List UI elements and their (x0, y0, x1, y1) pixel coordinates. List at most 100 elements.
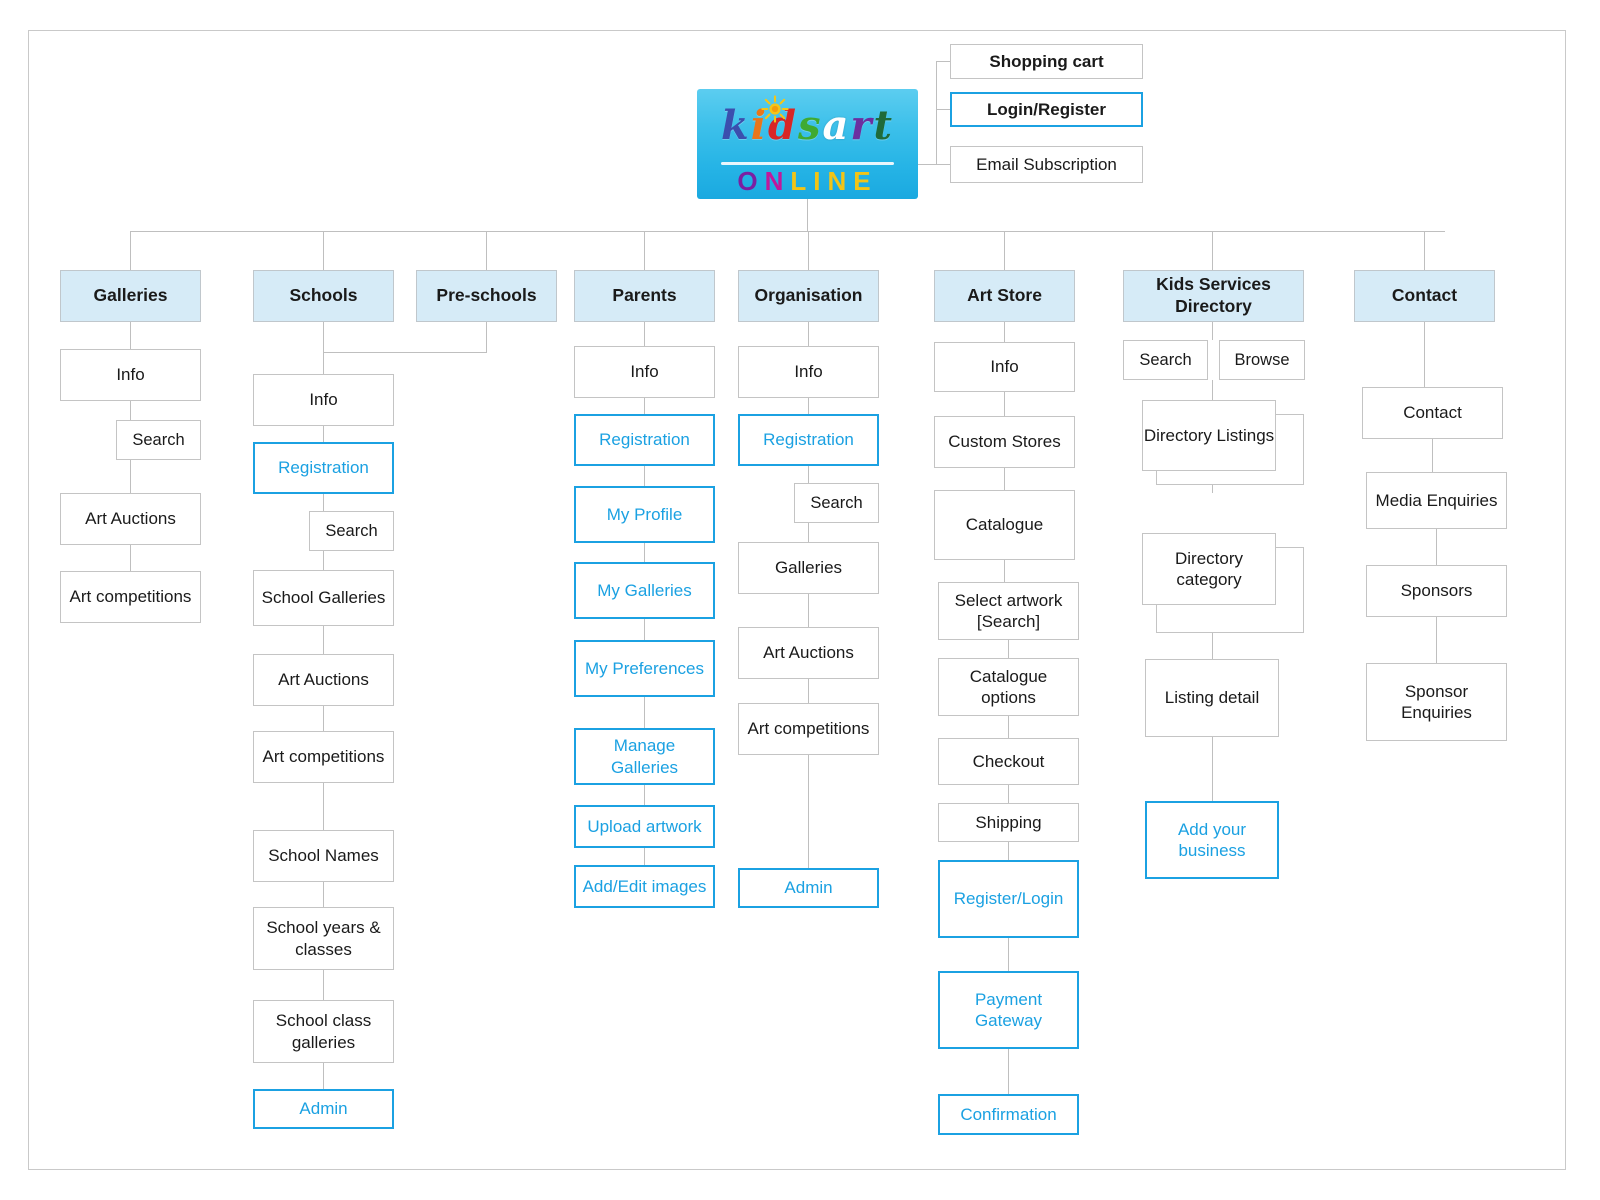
node-parents-manage-galleries[interactable]: Manage Galleries (574, 728, 715, 785)
node-contact-sponsor-enquiries[interactable]: Sponsor Enquiries (1366, 663, 1507, 741)
connector (1424, 231, 1425, 270)
column-header-pre-schools[interactable]: Pre-schools (416, 270, 557, 322)
connector (1008, 938, 1009, 971)
connector (1212, 322, 1213, 340)
node-ksd-add-your-business[interactable]: Add your business (1145, 801, 1279, 879)
node-parents-my-preferences[interactable]: My Preferences (574, 640, 715, 697)
node-ksd-directory-category[interactable]: Directory category (1142, 533, 1276, 605)
link-login-register[interactable]: Login/Register (950, 92, 1143, 127)
connector (1424, 322, 1425, 387)
connector (1436, 529, 1437, 565)
connector (644, 543, 645, 562)
connector (1212, 231, 1213, 270)
column-header-organisation[interactable]: Organisation (738, 270, 879, 322)
connector-logo-down (807, 199, 808, 231)
node-galleries-search[interactable]: Search (116, 420, 201, 460)
connector (323, 882, 324, 907)
connector (323, 426, 324, 442)
node-artstore-confirmation[interactable]: Confirmation (938, 1094, 1079, 1135)
connector (644, 697, 645, 728)
node-schools-registration[interactable]: Registration (253, 442, 394, 494)
connector (644, 231, 645, 270)
connector (808, 755, 809, 868)
connector (323, 706, 324, 731)
column-header-parents[interactable]: Parents (574, 270, 715, 322)
node-artstore-catalogue-options[interactable]: Catalogue options (938, 658, 1079, 716)
connector (323, 322, 324, 352)
column-header-galleries[interactable]: Galleries (60, 270, 201, 322)
node-artstore-register-login[interactable]: Register/Login (938, 860, 1079, 938)
node-schools-search[interactable]: Search (309, 511, 394, 551)
node-parents-upload-artwork[interactable]: Upload artwork (574, 805, 715, 848)
node-artstore-info[interactable]: Info (934, 342, 1075, 392)
node-parents-my-profile[interactable]: My Profile (574, 486, 715, 543)
node-organisation-registration[interactable]: Registration (738, 414, 879, 466)
node-schools-info[interactable]: Info (253, 374, 394, 426)
connector (1008, 640, 1009, 658)
node-schools-school-names[interactable]: School Names (253, 830, 394, 882)
node-ksd-browse[interactable]: Browse (1219, 340, 1305, 380)
column-header-schools[interactable]: Schools (253, 270, 394, 322)
connector-main-bus (130, 231, 1445, 232)
node-artstore-shipping[interactable]: Shipping (938, 803, 1079, 842)
node-organisation-admin[interactable]: Admin (738, 868, 879, 908)
connector (808, 398, 809, 414)
node-contact-contact[interactable]: Contact (1362, 387, 1503, 439)
node-parents-my-galleries[interactable]: My Galleries (574, 562, 715, 619)
node-schools-school-galleries[interactable]: School Galleries (253, 570, 394, 626)
connector (644, 398, 645, 414)
connector (1004, 468, 1005, 490)
node-galleries-info[interactable]: Info (60, 349, 201, 401)
node-schools-admin[interactable]: Admin (253, 1089, 394, 1129)
connector (323, 970, 324, 1000)
node-organisation-galleries[interactable]: Galleries (738, 542, 879, 594)
connector (644, 785, 645, 805)
node-ksd-listing-detail[interactable]: Listing detail (1145, 659, 1279, 737)
connector (1008, 842, 1009, 860)
node-schools-school-years-classes[interactable]: School years & classes (253, 907, 394, 970)
node-contact-sponsors[interactable]: Sponsors (1366, 565, 1507, 617)
node-contact-media-enquiries[interactable]: Media Enquiries (1366, 472, 1507, 529)
connector-preschools-merge (323, 352, 487, 353)
connector (936, 61, 937, 165)
node-parents-info[interactable]: Info (574, 346, 715, 398)
node-artstore-custom-stores[interactable]: Custom Stores (934, 416, 1075, 468)
connector (1004, 560, 1005, 582)
connector (936, 61, 950, 62)
node-artstore-catalogue[interactable]: Catalogue (934, 490, 1075, 560)
connector (808, 594, 809, 627)
node-schools-art-auctions[interactable]: Art Auctions (253, 654, 394, 706)
column-header-art-store[interactable]: Art Store (934, 270, 1075, 322)
node-artstore-checkout[interactable]: Checkout (938, 738, 1079, 785)
connector (808, 466, 809, 483)
connector (130, 460, 131, 493)
connector (486, 231, 487, 270)
logo-wordmark: kidsart (721, 102, 894, 149)
node-organisation-info[interactable]: Info (738, 346, 879, 398)
node-organisation-art-auctions[interactable]: Art Auctions (738, 627, 879, 679)
node-schools-school-class-galleries[interactable]: School class galleries (253, 1000, 394, 1063)
connector (808, 523, 809, 542)
node-galleries-art-competitions[interactable]: Art competitions (60, 571, 201, 623)
node-artstore-payment-gateway[interactable]: Payment Gateway (938, 971, 1079, 1049)
node-parents-add-edit-images[interactable]: Add/Edit images (574, 865, 715, 908)
connector (1432, 439, 1433, 472)
connector (323, 231, 324, 270)
node-artstore-select-artwork[interactable]: Select artwork [Search] (938, 582, 1079, 640)
connector (918, 164, 936, 165)
node-ksd-directory-listings[interactable]: Directory Listings (1142, 400, 1276, 471)
node-galleries-art-auctions[interactable]: Art Auctions (60, 493, 201, 545)
node-organisation-search[interactable]: Search (794, 483, 879, 523)
connector (936, 109, 950, 110)
link-email-subscription[interactable]: Email Subscription (950, 146, 1143, 183)
link-shopping-cart[interactable]: Shopping cart (950, 44, 1143, 79)
node-schools-art-competitions[interactable]: Art competitions (253, 731, 394, 783)
node-ksd-directory-category-stack[interactable]: Directory category (1142, 533, 1304, 633)
column-header-kids-services-directory[interactable]: Kids Services Directory (1123, 270, 1304, 322)
column-header-contact[interactable]: Contact (1354, 270, 1495, 322)
kidsart-online-logo[interactable]: kidsart ONLINE (697, 89, 918, 199)
node-parents-registration[interactable]: Registration (574, 414, 715, 466)
node-organisation-art-competitions[interactable]: Art competitions (738, 703, 879, 755)
node-ksd-directory-listings-stack[interactable]: Directory Listings (1142, 400, 1304, 485)
node-ksd-search[interactable]: Search (1123, 340, 1208, 380)
